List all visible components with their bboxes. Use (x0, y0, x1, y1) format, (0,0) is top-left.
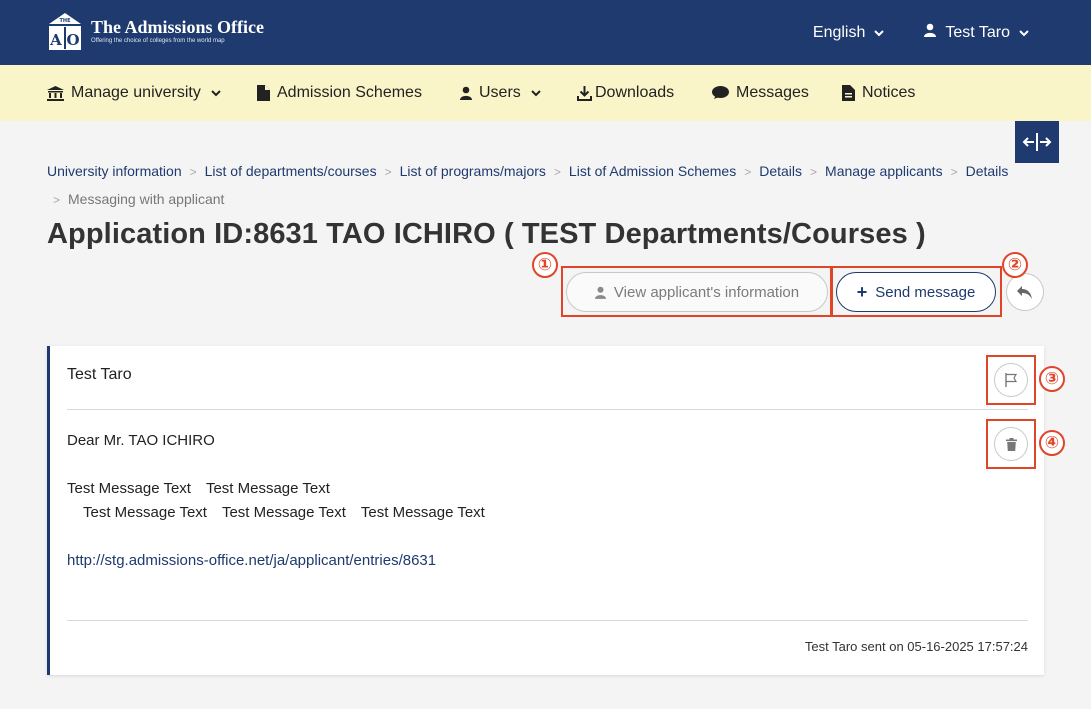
plus-icon: + (856, 282, 868, 302)
chat-bubble-icon (712, 86, 729, 99)
download-icon (577, 85, 592, 101)
message-greeting: Dear Mr. TAO ICHIRO (67, 432, 215, 449)
top-header: THE A O The Admissions Office Offering t… (0, 0, 1091, 65)
message-text: Test Message Text (67, 480, 191, 497)
breadcrumb-separator: > (189, 165, 197, 179)
sent-timestamp: Test Taro sent on 05-16-2025 17:57:24 (804, 639, 1028, 654)
message-text: Test Message Text (221, 504, 346, 521)
header-divider (67, 409, 1028, 410)
message-card: Test Taro Dear Mr. TAO ICHIRO Test Messa… (47, 346, 1044, 675)
delete-button[interactable] (994, 427, 1028, 461)
breadcrumb-separator: > (950, 165, 958, 179)
flag-button[interactable] (994, 363, 1028, 397)
trash-icon (1005, 437, 1017, 451)
document-icon (257, 85, 270, 101)
user-icon (924, 23, 937, 42)
breadcrumb-separator: > (553, 165, 561, 179)
breadcrumb-applicant-details[interactable]: Details (966, 163, 1009, 179)
language-label: English (812, 23, 866, 41)
message-body: Dear Mr. TAO ICHIRO Test Message Text Tes… (67, 429, 485, 573)
nav-label: Notices (862, 84, 916, 101)
nav-label: Admission Schemes (277, 84, 422, 101)
breadcrumb: University information > List of departmen… (47, 158, 1042, 214)
breadcrumb-departments-courses[interactable]: List of departments/courses (205, 163, 377, 179)
breadcrumb-separator: > (384, 165, 392, 179)
send-message-button[interactable]: + Send message (836, 272, 996, 312)
nav-label: Manage university (71, 84, 201, 101)
nav-notices[interactable]: Notices (842, 65, 915, 121)
university-icon (47, 85, 64, 101)
user-menu-dropdown[interactable]: Test Taro (924, 23, 1029, 42)
annotation-number-2: ② (1002, 252, 1028, 278)
applicant-entry-link[interactable]: http://stg.admissions-office.net/ja/appl… (67, 549, 485, 573)
annotation-number-3: ③ (1039, 366, 1065, 392)
message-text: Test Message Text (83, 504, 207, 521)
nav-downloads[interactable]: Downloads (577, 65, 674, 121)
breadcrumb-scheme-details[interactable]: Details (759, 163, 802, 179)
svg-text:O: O (66, 31, 79, 49)
view-applicant-info-label: View applicant's information (613, 283, 800, 301)
nav-admission-schemes[interactable]: Admission Schemes (257, 65, 422, 121)
chevron-down-icon (1019, 24, 1029, 42)
main-nav: Manage university Admission Schemes User… (0, 65, 1091, 121)
breadcrumb-separator: > (744, 165, 752, 179)
view-applicant-info-button[interactable]: View applicant's information (566, 272, 828, 312)
back-button[interactable] (1006, 273, 1044, 311)
logo-title: The Admissions Office (91, 17, 265, 37)
chevron-down-icon (874, 24, 885, 42)
tao-logo-icon: THE A O (47, 11, 83, 51)
breadcrumb-programs-majors[interactable]: List of programs/majors (400, 163, 546, 179)
nav-label: Users (479, 84, 521, 101)
expand-width-button[interactable] (1015, 121, 1059, 163)
user-icon (594, 286, 606, 299)
breadcrumb-admission-schemes[interactable]: List of Admission Schemes (569, 163, 736, 179)
user-icon (460, 86, 472, 100)
reply-arrow-icon (1017, 285, 1032, 299)
logo[interactable]: THE A O The Admissions Office Offering t… (47, 11, 264, 51)
footer-divider (67, 620, 1028, 621)
chevron-down-icon (531, 84, 548, 102)
breadcrumb-separator: > (810, 165, 818, 179)
page-title: Application ID:8631 TAO ICHIRO ( TEST De… (47, 218, 926, 250)
flag-icon (1005, 373, 1018, 387)
message-sender: Test Taro (67, 366, 132, 383)
annotation-number-1: ① (532, 252, 558, 278)
chevron-down-icon (211, 84, 228, 102)
nav-label: Downloads (595, 84, 675, 101)
user-name-label: Test Taro (945, 23, 1010, 41)
svg-text:A: A (49, 31, 62, 49)
logo-tagline: Offering the choice of colleges from the… (91, 38, 225, 44)
annotation-number-4: ④ (1039, 430, 1065, 456)
nav-label: Messages (736, 84, 809, 101)
language-dropdown[interactable]: English (812, 23, 885, 42)
send-message-label: Send message (875, 283, 976, 301)
expand-arrows-icon (1022, 133, 1052, 151)
message-text: Test Message Text (205, 480, 330, 497)
svg-text:THE: THE (59, 18, 71, 24)
notice-icon (842, 85, 855, 101)
breadcrumb-separator: > (53, 193, 61, 207)
nav-messages[interactable]: Messages (712, 65, 809, 121)
nav-users[interactable]: Users (460, 65, 548, 121)
breadcrumb-university-information[interactable]: University information (47, 163, 182, 179)
nav-manage-university[interactable]: Manage university (47, 65, 228, 121)
breadcrumb-current: Messaging with applicant (68, 191, 225, 207)
message-text: Test Message Text (360, 504, 485, 521)
breadcrumb-manage-applicants[interactable]: Manage applicants (825, 163, 943, 179)
